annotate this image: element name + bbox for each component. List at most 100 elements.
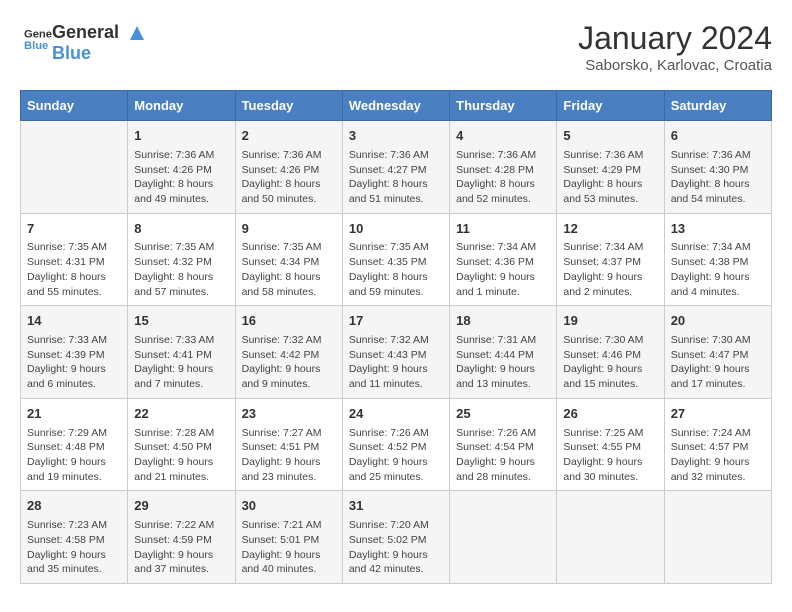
calendar-cell: 12Sunrise: 7:34 AM Sunset: 4:37 PM Dayli… (557, 213, 664, 306)
cell-content: Sunrise: 7:32 AM Sunset: 4:43 PM Dayligh… (349, 333, 443, 392)
day-number: 7 (27, 220, 121, 239)
calendar-cell: 18 Sunrise: 7:31 AM Sunset: 4:44 PM Dayli… (450, 306, 557, 399)
day-number: 24 (349, 405, 443, 424)
day-number: 17 (349, 312, 443, 331)
day-number: 29 (134, 497, 228, 516)
calendar-cell: 15Sunrise: 7:33 AM Sunset: 4:41 PM Dayli… (128, 306, 235, 399)
cell-content: Sunrise: 7:36 AM Sunset: 4:30 PM Dayligh… (671, 148, 765, 207)
calendar-cell: 19Sunrise: 7:30 AM Sunset: 4:46 PM Dayli… (557, 306, 664, 399)
cell-content: Sunrise: 7:26 AM Sunset: 4:54 PM Dayligh… (456, 426, 550, 485)
cell-content: Sunrise: 7:33 AM Sunset: 4:39 PM Dayligh… (27, 333, 121, 392)
day-number: 12 (563, 220, 657, 239)
day-number: 1 (134, 127, 228, 146)
page-title: January 2024 (578, 20, 772, 57)
header-monday: Monday (128, 91, 235, 121)
day-number: 5 (563, 127, 657, 146)
cell-content: Sunrise: 7:34 AM Sunset: 4:38 PM Dayligh… (671, 240, 765, 299)
calendar-cell: 7Sunrise: 7:35 AM Sunset: 4:31 PM Daylig… (21, 213, 128, 306)
page-header: General Blue General Blue January 2024 S… (20, 20, 772, 74)
calendar-cell: 14Sunrise: 7:33 AM Sunset: 4:39 PM Dayli… (21, 306, 128, 399)
svg-text:Blue: Blue (24, 40, 48, 52)
calendar-cell: 10Sunrise: 7:35 AM Sunset: 4:35 PM Dayli… (342, 213, 449, 306)
header-tuesday: Tuesday (235, 91, 342, 121)
logo: General Blue General Blue (20, 20, 148, 64)
day-number: 18 (456, 312, 550, 331)
day-number: 6 (671, 127, 765, 146)
cell-content: Sunrise: 7:22 AM Sunset: 4:59 PM Dayligh… (134, 518, 228, 577)
calendar-cell: 4 Sunrise: 7:36 AM Sunset: 4:28 PM Daylig… (450, 121, 557, 214)
cell-content: Sunrise: 7:34 AM Sunset: 4:36 PM Dayligh… (456, 240, 550, 299)
calendar-cell: 1 Sunrise: 7:36 AM Sunset: 4:26 PM Daylig… (128, 121, 235, 214)
day-number: 4 (456, 127, 550, 146)
day-number: 26 (563, 405, 657, 424)
cell-content: Sunrise: 7:35 AM Sunset: 4:32 PM Dayligh… (134, 240, 228, 299)
title-block: January 2024 Saborsko, Karlovac, Croatia (578, 20, 772, 74)
calendar-cell: 9Sunrise: 7:35 AM Sunset: 4:34 PM Daylig… (235, 213, 342, 306)
calendar-cell: 2Sunrise: 7:36 AM Sunset: 4:26 PM Daylig… (235, 121, 342, 214)
day-number: 19 (563, 312, 657, 331)
calendar-cell: 26 Sunrise: 7:25 AM Sunset: 4:55 PM Dayli… (557, 398, 664, 491)
page-subtitle: Saborsko, Karlovac, Croatia (578, 57, 772, 74)
calendar-cell: 8Sunrise: 7:35 AM Sunset: 4:32 PM Daylig… (128, 213, 235, 306)
calendar-week-row: 1 Sunrise: 7:36 AM Sunset: 4:26 PM Daylig… (21, 121, 772, 214)
cell-content: Sunrise: 7:36 AM Sunset: 4:26 PM Dayligh… (134, 148, 228, 207)
calendar-cell (450, 491, 557, 584)
day-number: 20 (671, 312, 765, 331)
header-thursday: Thursday (450, 91, 557, 121)
calendar-cell (557, 491, 664, 584)
calendar-cell (21, 121, 128, 214)
header-wednesday: Wednesday (342, 91, 449, 121)
calendar-cell (664, 491, 771, 584)
calendar-cell: 28Sunrise: 7:23 AM Sunset: 4:58 PM Dayli… (21, 491, 128, 584)
svg-text:General: General (24, 29, 52, 41)
cell-content: Sunrise: 7:32 AM Sunset: 4:42 PM Dayligh… (242, 333, 336, 392)
cell-content: Sunrise: 7:31 AM Sunset: 4:44 PM Dayligh… (456, 333, 550, 392)
calendar-week-row: 21Sunrise: 7:29 AM Sunset: 4:48 PM Dayli… (21, 398, 772, 491)
cell-content: Sunrise: 7:25 AM Sunset: 4:55 PM Dayligh… (563, 426, 657, 485)
calendar-table: SundayMondayTuesdayWednesdayThursdayFrid… (20, 90, 772, 584)
day-number: 28 (27, 497, 121, 516)
header-friday: Friday (557, 91, 664, 121)
day-number: 9 (242, 220, 336, 239)
cell-content: Sunrise: 7:24 AM Sunset: 4:57 PM Dayligh… (671, 426, 765, 485)
calendar-cell: 25 Sunrise: 7:26 AM Sunset: 4:54 PM Dayli… (450, 398, 557, 491)
header-sunday: Sunday (21, 91, 128, 121)
day-number: 13 (671, 220, 765, 239)
day-number: 10 (349, 220, 443, 239)
day-number: 2 (242, 127, 336, 146)
calendar-cell: 27 Sunrise: 7:24 AM Sunset: 4:57 PM Dayli… (664, 398, 771, 491)
calendar-cell: 31 Sunrise: 7:20 AM Sunset: 5:02 PM Dayli… (342, 491, 449, 584)
calendar-cell: 20 Sunrise: 7:30 AM Sunset: 4:47 PM Dayli… (664, 306, 771, 399)
cell-content: Sunrise: 7:36 AM Sunset: 4:29 PM Dayligh… (563, 148, 657, 207)
cell-content: Sunrise: 7:36 AM Sunset: 4:28 PM Dayligh… (456, 148, 550, 207)
header-saturday: Saturday (664, 91, 771, 121)
logo-general: General (52, 22, 119, 42)
calendar-week-row: 7Sunrise: 7:35 AM Sunset: 4:31 PM Daylig… (21, 213, 772, 306)
cell-content: Sunrise: 7:34 AM Sunset: 4:37 PM Dayligh… (563, 240, 657, 299)
calendar-week-row: 14Sunrise: 7:33 AM Sunset: 4:39 PM Dayli… (21, 306, 772, 399)
logo-triangle-icon (126, 22, 148, 44)
day-number: 31 (349, 497, 443, 516)
day-number: 16 (242, 312, 336, 331)
calendar-cell: 17 Sunrise: 7:32 AM Sunset: 4:43 PM Dayli… (342, 306, 449, 399)
day-number: 11 (456, 220, 550, 239)
calendar-cell: 21Sunrise: 7:29 AM Sunset: 4:48 PM Dayli… (21, 398, 128, 491)
calendar-cell: 30Sunrise: 7:21 AM Sunset: 5:01 PM Dayli… (235, 491, 342, 584)
cell-content: Sunrise: 7:21 AM Sunset: 5:01 PM Dayligh… (242, 518, 336, 577)
calendar-cell: 23Sunrise: 7:27 AM Sunset: 4:51 PM Dayli… (235, 398, 342, 491)
cell-content: Sunrise: 7:30 AM Sunset: 4:47 PM Dayligh… (671, 333, 765, 392)
calendar-header-row: SundayMondayTuesdayWednesdayThursdayFrid… (21, 91, 772, 121)
calendar-cell: 13Sunrise: 7:34 AM Sunset: 4:38 PM Dayli… (664, 213, 771, 306)
logo-icon: General Blue (24, 25, 52, 53)
cell-content: Sunrise: 7:20 AM Sunset: 5:02 PM Dayligh… (349, 518, 443, 577)
calendar-cell: 6 Sunrise: 7:36 AM Sunset: 4:30 PM Daylig… (664, 121, 771, 214)
cell-content: Sunrise: 7:26 AM Sunset: 4:52 PM Dayligh… (349, 426, 443, 485)
cell-content: Sunrise: 7:33 AM Sunset: 4:41 PM Dayligh… (134, 333, 228, 392)
cell-content: Sunrise: 7:35 AM Sunset: 4:34 PM Dayligh… (242, 240, 336, 299)
day-number: 22 (134, 405, 228, 424)
day-number: 25 (456, 405, 550, 424)
day-number: 27 (671, 405, 765, 424)
calendar-cell: 22Sunrise: 7:28 AM Sunset: 4:50 PM Dayli… (128, 398, 235, 491)
calendar-cell: 11Sunrise: 7:34 AM Sunset: 4:36 PM Dayli… (450, 213, 557, 306)
calendar-cell: 16 Sunrise: 7:32 AM Sunset: 4:42 PM Dayli… (235, 306, 342, 399)
